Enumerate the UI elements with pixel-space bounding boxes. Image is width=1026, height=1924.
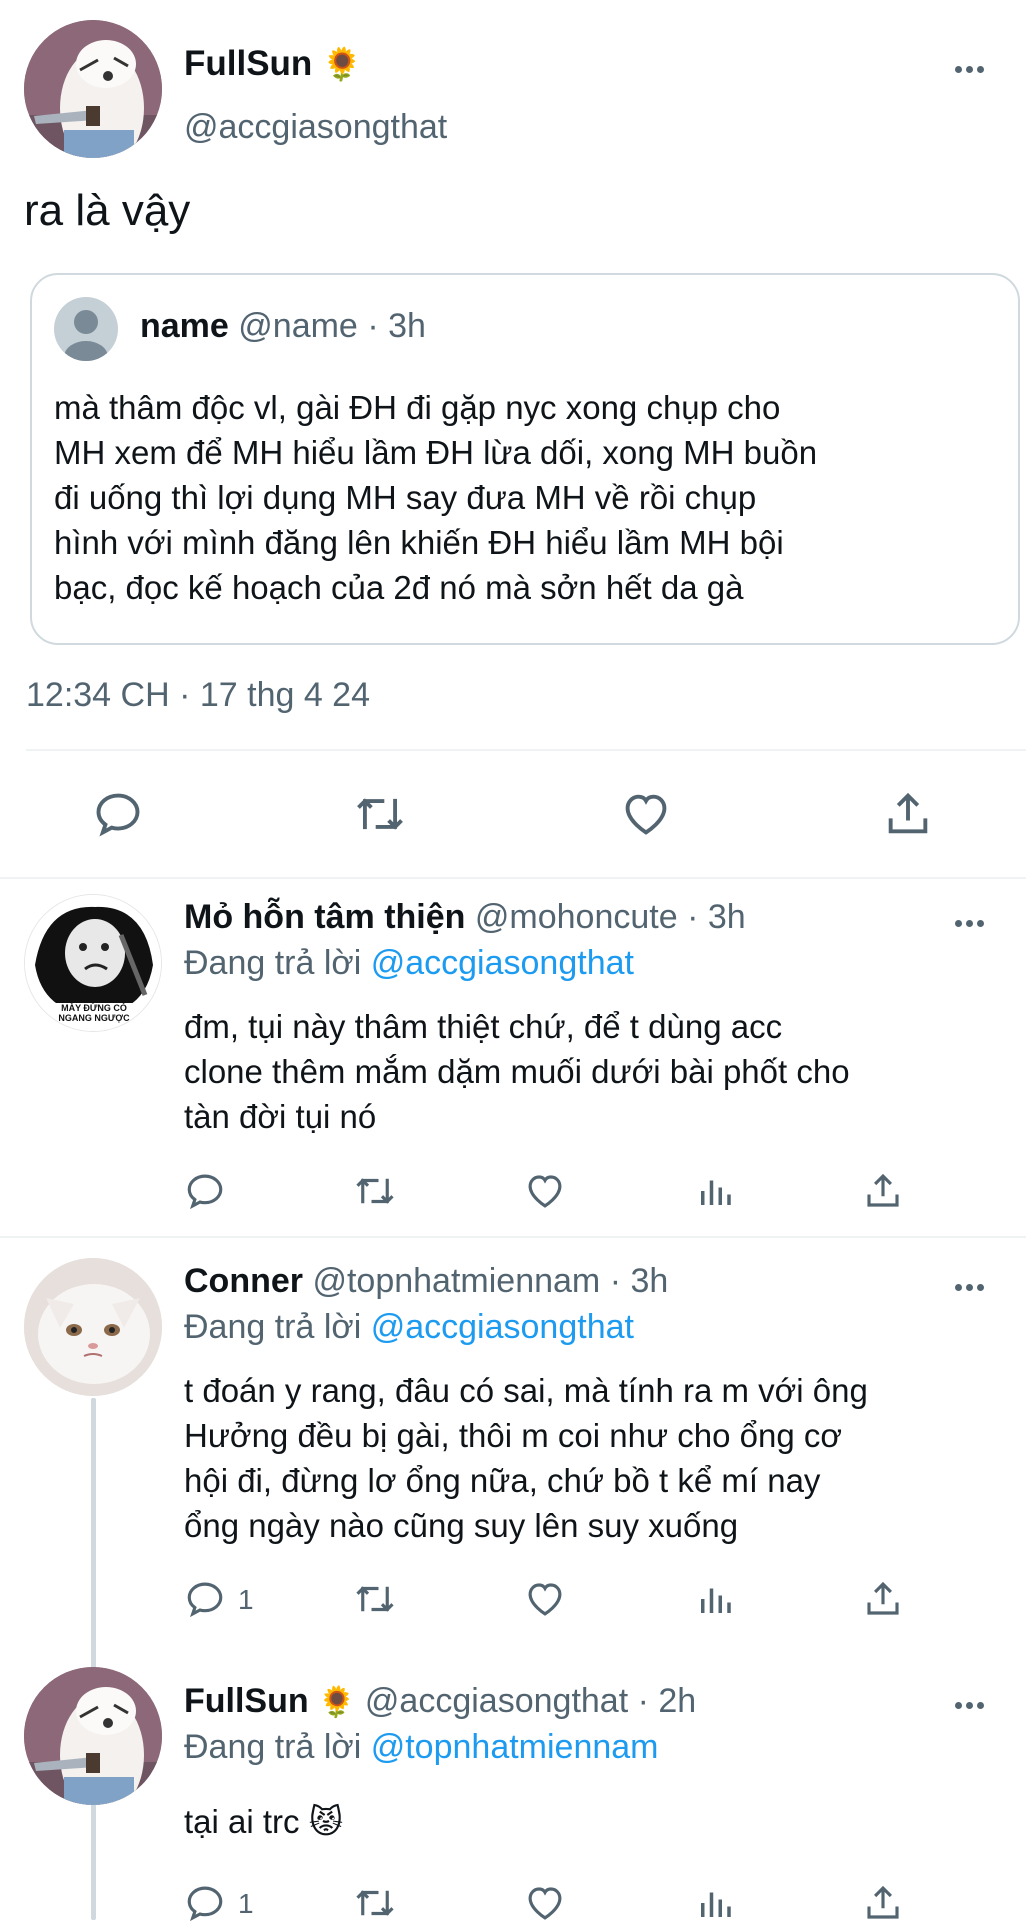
replying-to: Đang trả lời @accgiasongthat — [184, 1308, 634, 1347]
reply-text: t đoán y rang, đâu có sai, mà tính ra m … — [184, 1372, 868, 1544]
like-icon[interactable] — [524, 1578, 566, 1620]
more-icon[interactable] — [955, 1696, 988, 1714]
quoted-name: name — [140, 307, 229, 345]
reply-header: FullSun 🌻 @accgiasongthat · 2h — [184, 1682, 696, 1721]
reply-header: Conner @topnhatmiennam · 3h — [184, 1262, 668, 1301]
retweet-icon[interactable] — [352, 1578, 398, 1620]
avatar-mohoncute[interactable]: MÀY ĐỪNG CÓ NGANG NGƯỢC — [24, 894, 162, 1032]
like-icon[interactable] — [620, 788, 672, 840]
retweet-icon[interactable] — [352, 1170, 398, 1212]
divider — [26, 749, 1026, 751]
quoted-handle: @name — [238, 307, 358, 345]
retweet-icon[interactable] — [352, 1882, 398, 1924]
replying-to-handle[interactable]: @accgiasongthat — [371, 944, 634, 982]
reply-icon[interactable] — [184, 1170, 226, 1212]
quoted-text: mà thâm độc vl, gài ĐH đi gặp nyc xong c… — [54, 389, 818, 606]
divider — [0, 877, 1026, 879]
reply-text: đm, tụi này thâm thiệt chứ, để t dùng ac… — [184, 1008, 850, 1135]
reply-author-handle[interactable]: @topnhatmiennam — [312, 1262, 600, 1300]
views-icon[interactable] — [694, 1578, 736, 1620]
replying-to: Đang trả lời @topnhatmiennam — [184, 1728, 659, 1767]
reply-header: Mỏ hỗn tâm thiện @mohoncute · 3h — [184, 898, 746, 937]
more-icon[interactable] — [955, 1278, 988, 1296]
avatar-cat-photo — [24, 1258, 162, 1396]
avatar-illustration — [24, 20, 162, 158]
sunflower-emoji: 🌻 — [318, 1686, 356, 1719]
author-handle[interactable]: @accgiasongthat — [184, 108, 447, 147]
reply-icon[interactable] — [184, 1882, 226, 1924]
avatar-conner[interactable] — [24, 1258, 162, 1396]
share-icon[interactable] — [862, 1170, 904, 1212]
thread-line — [91, 1398, 96, 1920]
share-icon[interactable] — [862, 1882, 904, 1924]
reply-count: 1 — [238, 1888, 254, 1919]
replying-to-prefix: Đang trả lời — [184, 1308, 362, 1346]
reply-time: · 3h — [609, 1262, 669, 1300]
quoted-header: name @name · 3h — [140, 307, 426, 346]
reply-author-handle[interactable]: @mohoncute — [475, 898, 678, 936]
reply-text: tại ai trc 😾 — [184, 1803, 344, 1840]
replying-to-handle[interactable]: @accgiasongthat — [371, 1308, 634, 1346]
sunflower-emoji: 🌻 — [322, 46, 362, 82]
retweet-icon[interactable] — [352, 788, 408, 840]
tweet-timestamp[interactable]: 12:34 CH · 17 thg 4 24 — [26, 676, 370, 715]
avatar-caption: MÀY ĐỪNG CÓ NGANG NGƯỢC — [45, 1003, 143, 1023]
share-icon[interactable] — [862, 1578, 904, 1620]
reply-author-name[interactable]: Mỏ hỗn tâm thiện — [184, 898, 465, 936]
divider — [0, 1236, 1026, 1238]
replying-to-prefix: Đang trả lời — [184, 1728, 362, 1766]
share-icon[interactable] — [882, 788, 934, 840]
more-icon[interactable] — [955, 914, 988, 932]
reply-count: 1 — [238, 1584, 254, 1615]
reply-author-handle[interactable]: @accgiasongthat — [365, 1682, 628, 1720]
author-name[interactable]: FullSun 🌻 — [184, 44, 362, 84]
default-avatar-icon — [54, 297, 118, 361]
reply-icon[interactable] — [184, 1578, 226, 1620]
views-icon[interactable] — [694, 1882, 736, 1924]
author-name-text: FullSun — [184, 44, 313, 83]
views-icon[interactable] — [694, 1170, 736, 1212]
quoted-time: · 3h — [367, 307, 426, 345]
reply-author-name[interactable]: Conner — [184, 1262, 303, 1300]
avatar-fullsun[interactable] — [24, 1667, 162, 1805]
replying-to-handle[interactable]: @topnhatmiennam — [371, 1728, 659, 1766]
reply-time: · 2h — [637, 1682, 697, 1720]
reply-time: · 3h — [687, 898, 746, 936]
like-icon[interactable] — [524, 1882, 566, 1924]
avatar-fullsun[interactable] — [24, 20, 162, 158]
reply-author-name[interactable]: FullSun — [184, 1682, 309, 1720]
reply-icon[interactable] — [92, 788, 144, 840]
tweet-text: ra là vậy — [24, 186, 191, 235]
quoted-tweet-card[interactable]: name @name · 3h mà thâm độc vl, gài ĐH đ… — [30, 273, 1020, 645]
replying-to-prefix: Đang trả lời — [184, 944, 362, 982]
like-icon[interactable] — [524, 1170, 566, 1212]
more-icon[interactable] — [955, 60, 988, 78]
avatar-illustration — [24, 1667, 162, 1805]
replying-to: Đang trả lời @accgiasongthat — [184, 944, 634, 983]
